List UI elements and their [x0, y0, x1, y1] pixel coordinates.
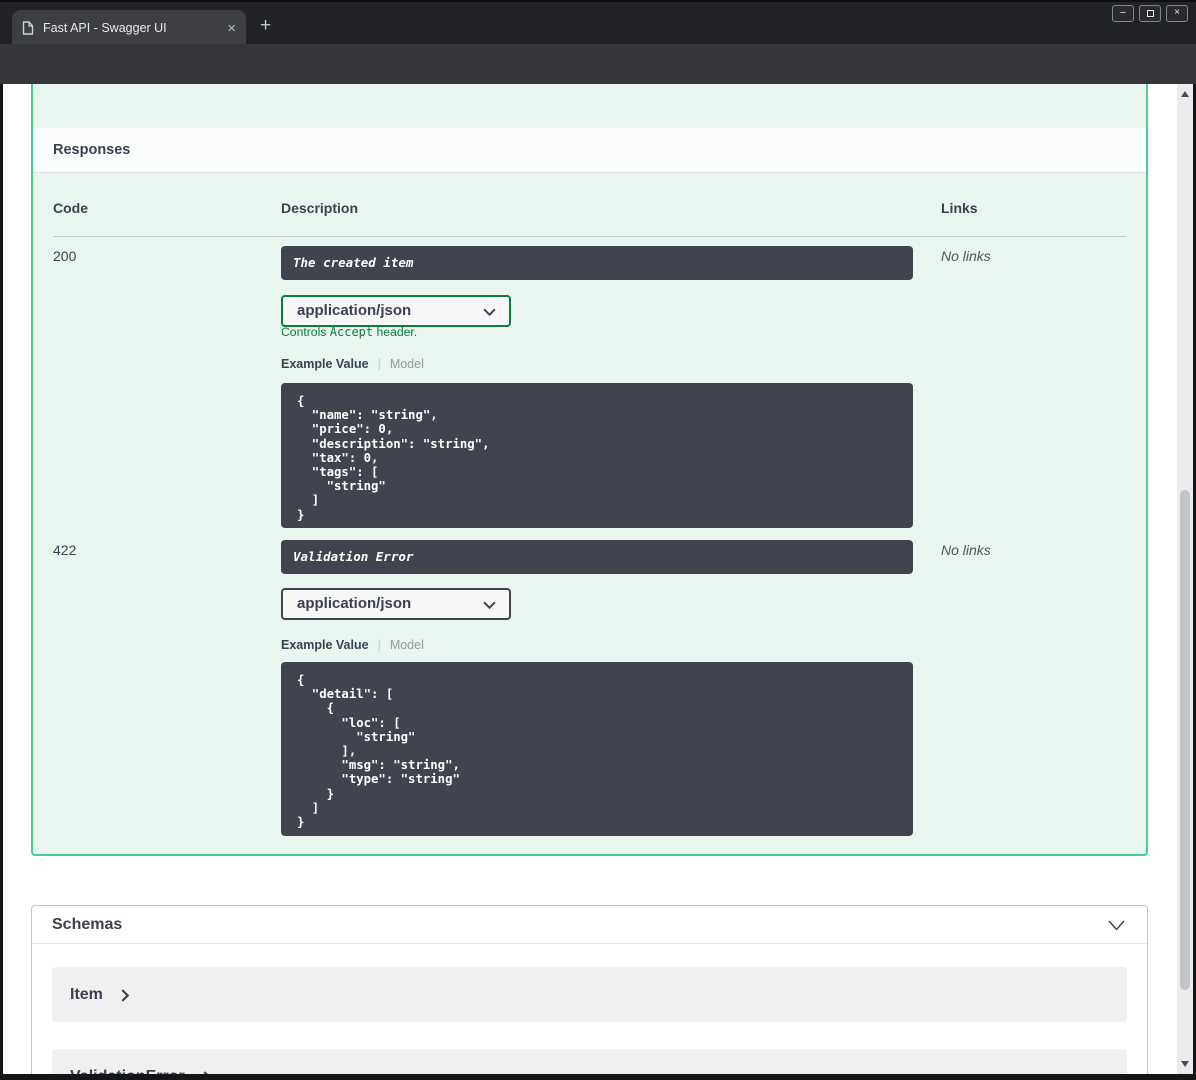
tab-title: Fast API - Swagger UI [43, 21, 167, 35]
browser-window: Fast API - Swagger UI × + – × ← → i 127.… [0, 0, 1196, 1080]
example-model-tabs: Example Value | Model [281, 357, 424, 371]
response-description: Validation Error [281, 540, 913, 574]
scrollbar-up-arrow-icon[interactable] [1181, 91, 1189, 97]
scrollbar-thumb[interactable] [1180, 490, 1190, 990]
maximize-button[interactable] [1139, 5, 1161, 22]
schema-model-item[interactable]: Item [52, 967, 1127, 1022]
chevron-right-icon[interactable] [121, 989, 129, 1002]
table-header-divider [53, 236, 1126, 237]
opblock-post: Responses Code Description Links 200 The… [31, 84, 1148, 856]
chevron-right-icon[interactable] [203, 1071, 211, 1074]
response-description: The created item [281, 246, 913, 280]
schema-model-validationerror[interactable]: ValidationError [52, 1049, 1127, 1074]
column-code: Code [53, 200, 88, 216]
media-type-select[interactable]: application/json [281, 295, 511, 327]
close-button[interactable]: × [1166, 5, 1188, 22]
tab-strip: Fast API - Swagger UI × + – × [0, 0, 1196, 46]
schemas-header[interactable]: Schemas [32, 906, 1147, 944]
chevron-down-icon[interactable] [1108, 920, 1125, 931]
model-name: Item [70, 985, 103, 1003]
browser-tab[interactable]: Fast API - Swagger UI × [12, 10, 246, 46]
schemas-section: Schemas Item ValidationError [31, 905, 1148, 1074]
schemas-title: Schemas [52, 916, 123, 933]
tab-model[interactable]: Model [390, 638, 424, 652]
chevron-down-icon [483, 308, 496, 316]
minimize-button[interactable]: – [1112, 5, 1134, 22]
page-favicon-icon [22, 21, 34, 35]
responses-section-header: Responses [33, 128, 1146, 173]
responses-title: Responses [53, 142, 131, 158]
tab-example-value[interactable]: Example Value [281, 638, 369, 652]
response-links: No links [941, 248, 991, 264]
example-json-block: { "detail": [ { "loc": [ "string" ], "ms… [281, 662, 913, 836]
maximize-icon [1146, 10, 1154, 17]
scrollbar[interactable] [1177, 84, 1193, 1074]
response-code: 200 [53, 248, 77, 264]
response-links: No links [941, 542, 991, 558]
example-model-tabs: Example Value | Model [281, 638, 424, 652]
media-type-select[interactable]: application/json [281, 588, 511, 620]
response-code: 422 [53, 542, 77, 558]
new-tab-button[interactable]: + [260, 16, 271, 35]
page-viewport: Responses Code Description Links 200 The… [3, 84, 1193, 1074]
model-name: ValidationError [70, 1068, 185, 1075]
controls-accept-note: Controls Accept header. [281, 325, 418, 339]
scrollbar-down-arrow-icon[interactable] [1181, 1061, 1189, 1067]
browser-toolbar: ← → i 127.0.0.1:8000/docs ☆ ⋮ [0, 44, 1196, 120]
tab-example-value[interactable]: Example Value [281, 357, 369, 371]
column-links: Links [941, 200, 978, 216]
tab-model[interactable]: Model [390, 357, 424, 371]
column-description: Description [281, 200, 359, 216]
chevron-down-icon [483, 601, 496, 609]
tab-close-icon[interactable]: × [227, 21, 236, 36]
example-json-block: { "name": "string", "price": 0, "descrip… [281, 383, 913, 528]
